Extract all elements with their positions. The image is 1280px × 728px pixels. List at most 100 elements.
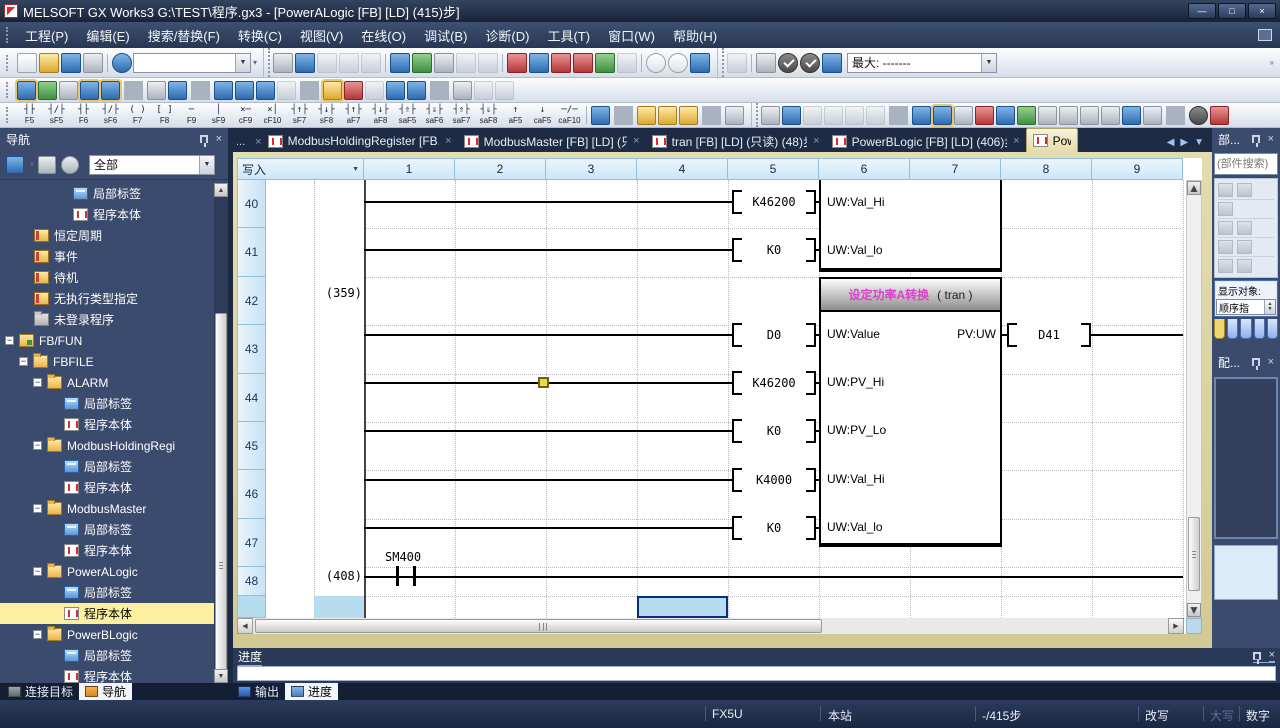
ladder-key-button[interactable]: ↑ aF5 (502, 104, 529, 127)
edit-mode-icon[interactable] (323, 81, 342, 100)
scroll-down-icon[interactable]: ▼ (1187, 603, 1201, 617)
statement-list-icon[interactable] (80, 81, 99, 100)
read-plc-icon[interactable] (529, 53, 549, 73)
scroll-left-icon[interactable]: ◀ (237, 618, 253, 634)
scroll-down-icon[interactable]: ▼ (214, 669, 228, 683)
category-tab[interactable] (1267, 319, 1278, 339)
ladder-key-button[interactable]: ┤├ F6 (70, 104, 97, 127)
ladder-key-button[interactable]: ┤/├ sF6 (97, 104, 124, 127)
tab-modbusholdingregister[interactable]: ModbusHoldingRegister [FB... × (262, 130, 458, 152)
tree-collapse-icon[interactable] (912, 106, 931, 125)
tab-scroll-left-icon[interactable]: ◀ (1167, 137, 1175, 148)
tree-item[interactable]: 局部标签 (0, 645, 214, 666)
navigation-window-icon[interactable] (17, 81, 36, 100)
chevron-down-icon[interactable]: ▼ (981, 54, 996, 72)
tree-item[interactable]: − FBFILE (0, 351, 214, 372)
cut-icon[interactable] (273, 53, 293, 73)
ladder-key-button[interactable]: ┤⇓├ saF6 (421, 104, 448, 127)
menu-item[interactable]: 工具(T) (538, 22, 599, 49)
ladder-key-button[interactable]: │ sF9 (205, 104, 232, 127)
list-back-icon[interactable] (1143, 106, 1162, 125)
shift-right-icon[interactable] (1059, 106, 1078, 125)
editor-vertical-scrollbar[interactable]: ▲ ▼ (1186, 180, 1202, 618)
find-prev-icon[interactable] (1218, 183, 1233, 197)
sep[interactable] (702, 106, 721, 125)
operand-cell[interactable]: K0 (732, 238, 816, 262)
dock-tab-progress[interactable]: 进度 (285, 683, 338, 700)
pin-icon[interactable] (1252, 135, 1260, 143)
tree-item[interactable]: 待机 (0, 267, 214, 288)
window-find-icon[interactable] (168, 81, 187, 100)
minimize-button[interactable]: — (1188, 3, 1216, 19)
open-file-icon[interactable] (39, 53, 59, 73)
sep[interactable] (751, 54, 752, 72)
tree-item[interactable]: − ModbusMaster (0, 498, 214, 519)
tree-item[interactable]: 程序本体 (0, 666, 214, 683)
ladder-key-button[interactable]: ┤↓├ aF8 (367, 104, 394, 127)
category-tab[interactable] (1254, 319, 1265, 339)
expander-icon[interactable]: − (33, 630, 42, 639)
device-comment-icon[interactable] (214, 81, 233, 100)
tree-item[interactable]: − PowerBLogic (0, 624, 214, 645)
memo-icon[interactable] (453, 81, 472, 100)
sep[interactable] (124, 81, 143, 100)
category-tab[interactable] (1227, 319, 1238, 339)
menu-item[interactable]: 窗口(W) (599, 22, 664, 49)
device-monitor-icon[interactable] (412, 53, 432, 73)
fb-pin-label[interactable]: UW:PV_Hi (827, 375, 884, 389)
insert-row-icon[interactable] (845, 106, 864, 125)
close-icon[interactable]: × (633, 135, 639, 147)
operand-cell[interactable]: D0 (732, 323, 816, 347)
paste-link-icon[interactable] (456, 53, 476, 73)
module-config-icon[interactable] (38, 81, 57, 100)
ladder-key-button[interactable]: ↓ caF5 (529, 104, 556, 127)
inline-st-icon[interactable] (637, 106, 656, 125)
maximize-button[interactable]: □ (1218, 3, 1246, 19)
tree-item[interactable]: − PowerALogic (0, 561, 214, 582)
row-number-cell[interactable]: 43 (237, 325, 266, 374)
category-tab[interactable] (1214, 319, 1225, 339)
favorite-icon[interactable] (1218, 240, 1233, 254)
device-io-icon[interactable] (434, 53, 454, 73)
highlight-cell[interactable] (314, 596, 364, 618)
sep[interactable] (1166, 106, 1185, 125)
sep[interactable] (300, 81, 319, 100)
expander-icon[interactable]: − (5, 336, 14, 345)
expander-icon[interactable]: − (33, 378, 42, 387)
stop-icon[interactable] (756, 53, 776, 73)
tab-scroll-right-icon[interactable]: ▶ (1180, 137, 1188, 148)
monitor-start-icon[interactable] (595, 53, 615, 73)
menu-item[interactable]: 视图(V) (291, 22, 352, 49)
fit-width-icon[interactable] (690, 53, 710, 73)
expander-icon[interactable]: − (33, 567, 42, 576)
menu-item[interactable]: 搜索/替换(F) (139, 22, 229, 49)
chevron-down-icon[interactable]: ▼ (352, 166, 359, 173)
close-button[interactable]: × (1248, 3, 1276, 19)
menu-item[interactable]: 调试(B) (415, 22, 476, 49)
tree-item[interactable]: 局部标签 (0, 183, 214, 204)
tree-item[interactable]: − FB/FUN (0, 330, 214, 351)
scroll-up-icon[interactable]: ▲ (214, 183, 228, 197)
tree-item[interactable]: 事件 (0, 246, 214, 267)
edge-contact-icon[interactable] (658, 106, 677, 125)
tab-tran[interactable]: tran [FB] [LD] (只读) (48)步 × (646, 130, 826, 152)
copy-icon[interactable] (295, 53, 315, 73)
row-number-cell[interactable]: 41 (237, 228, 266, 277)
close-icon[interactable]: × (813, 135, 819, 147)
ladder-key-button[interactable]: ┤↓├ sF8 (313, 104, 340, 127)
fb-pin-label[interactable]: UW:PV_Lo (827, 423, 886, 437)
paste-icon[interactable] (317, 53, 337, 73)
close-icon[interactable]: × (445, 135, 451, 147)
new-file-icon[interactable] (17, 53, 37, 73)
redo-icon[interactable] (361, 53, 381, 73)
sep[interactable] (889, 106, 908, 125)
fb-pin-label[interactable]: UW:Val_Hi (827, 195, 885, 209)
align2-icon[interactable] (1101, 106, 1120, 125)
scroll-up-icon[interactable]: ▲ (1187, 181, 1201, 195)
verify2-icon[interactable] (573, 53, 593, 73)
toolbar-overflow-icon[interactable]: » (1270, 58, 1274, 67)
menu-item[interactable]: 编辑(E) (77, 22, 138, 49)
undo-icon[interactable] (339, 53, 359, 73)
zoom-search-icon[interactable] (407, 81, 426, 100)
chevron-down-icon[interactable]: ▼ (235, 54, 250, 72)
